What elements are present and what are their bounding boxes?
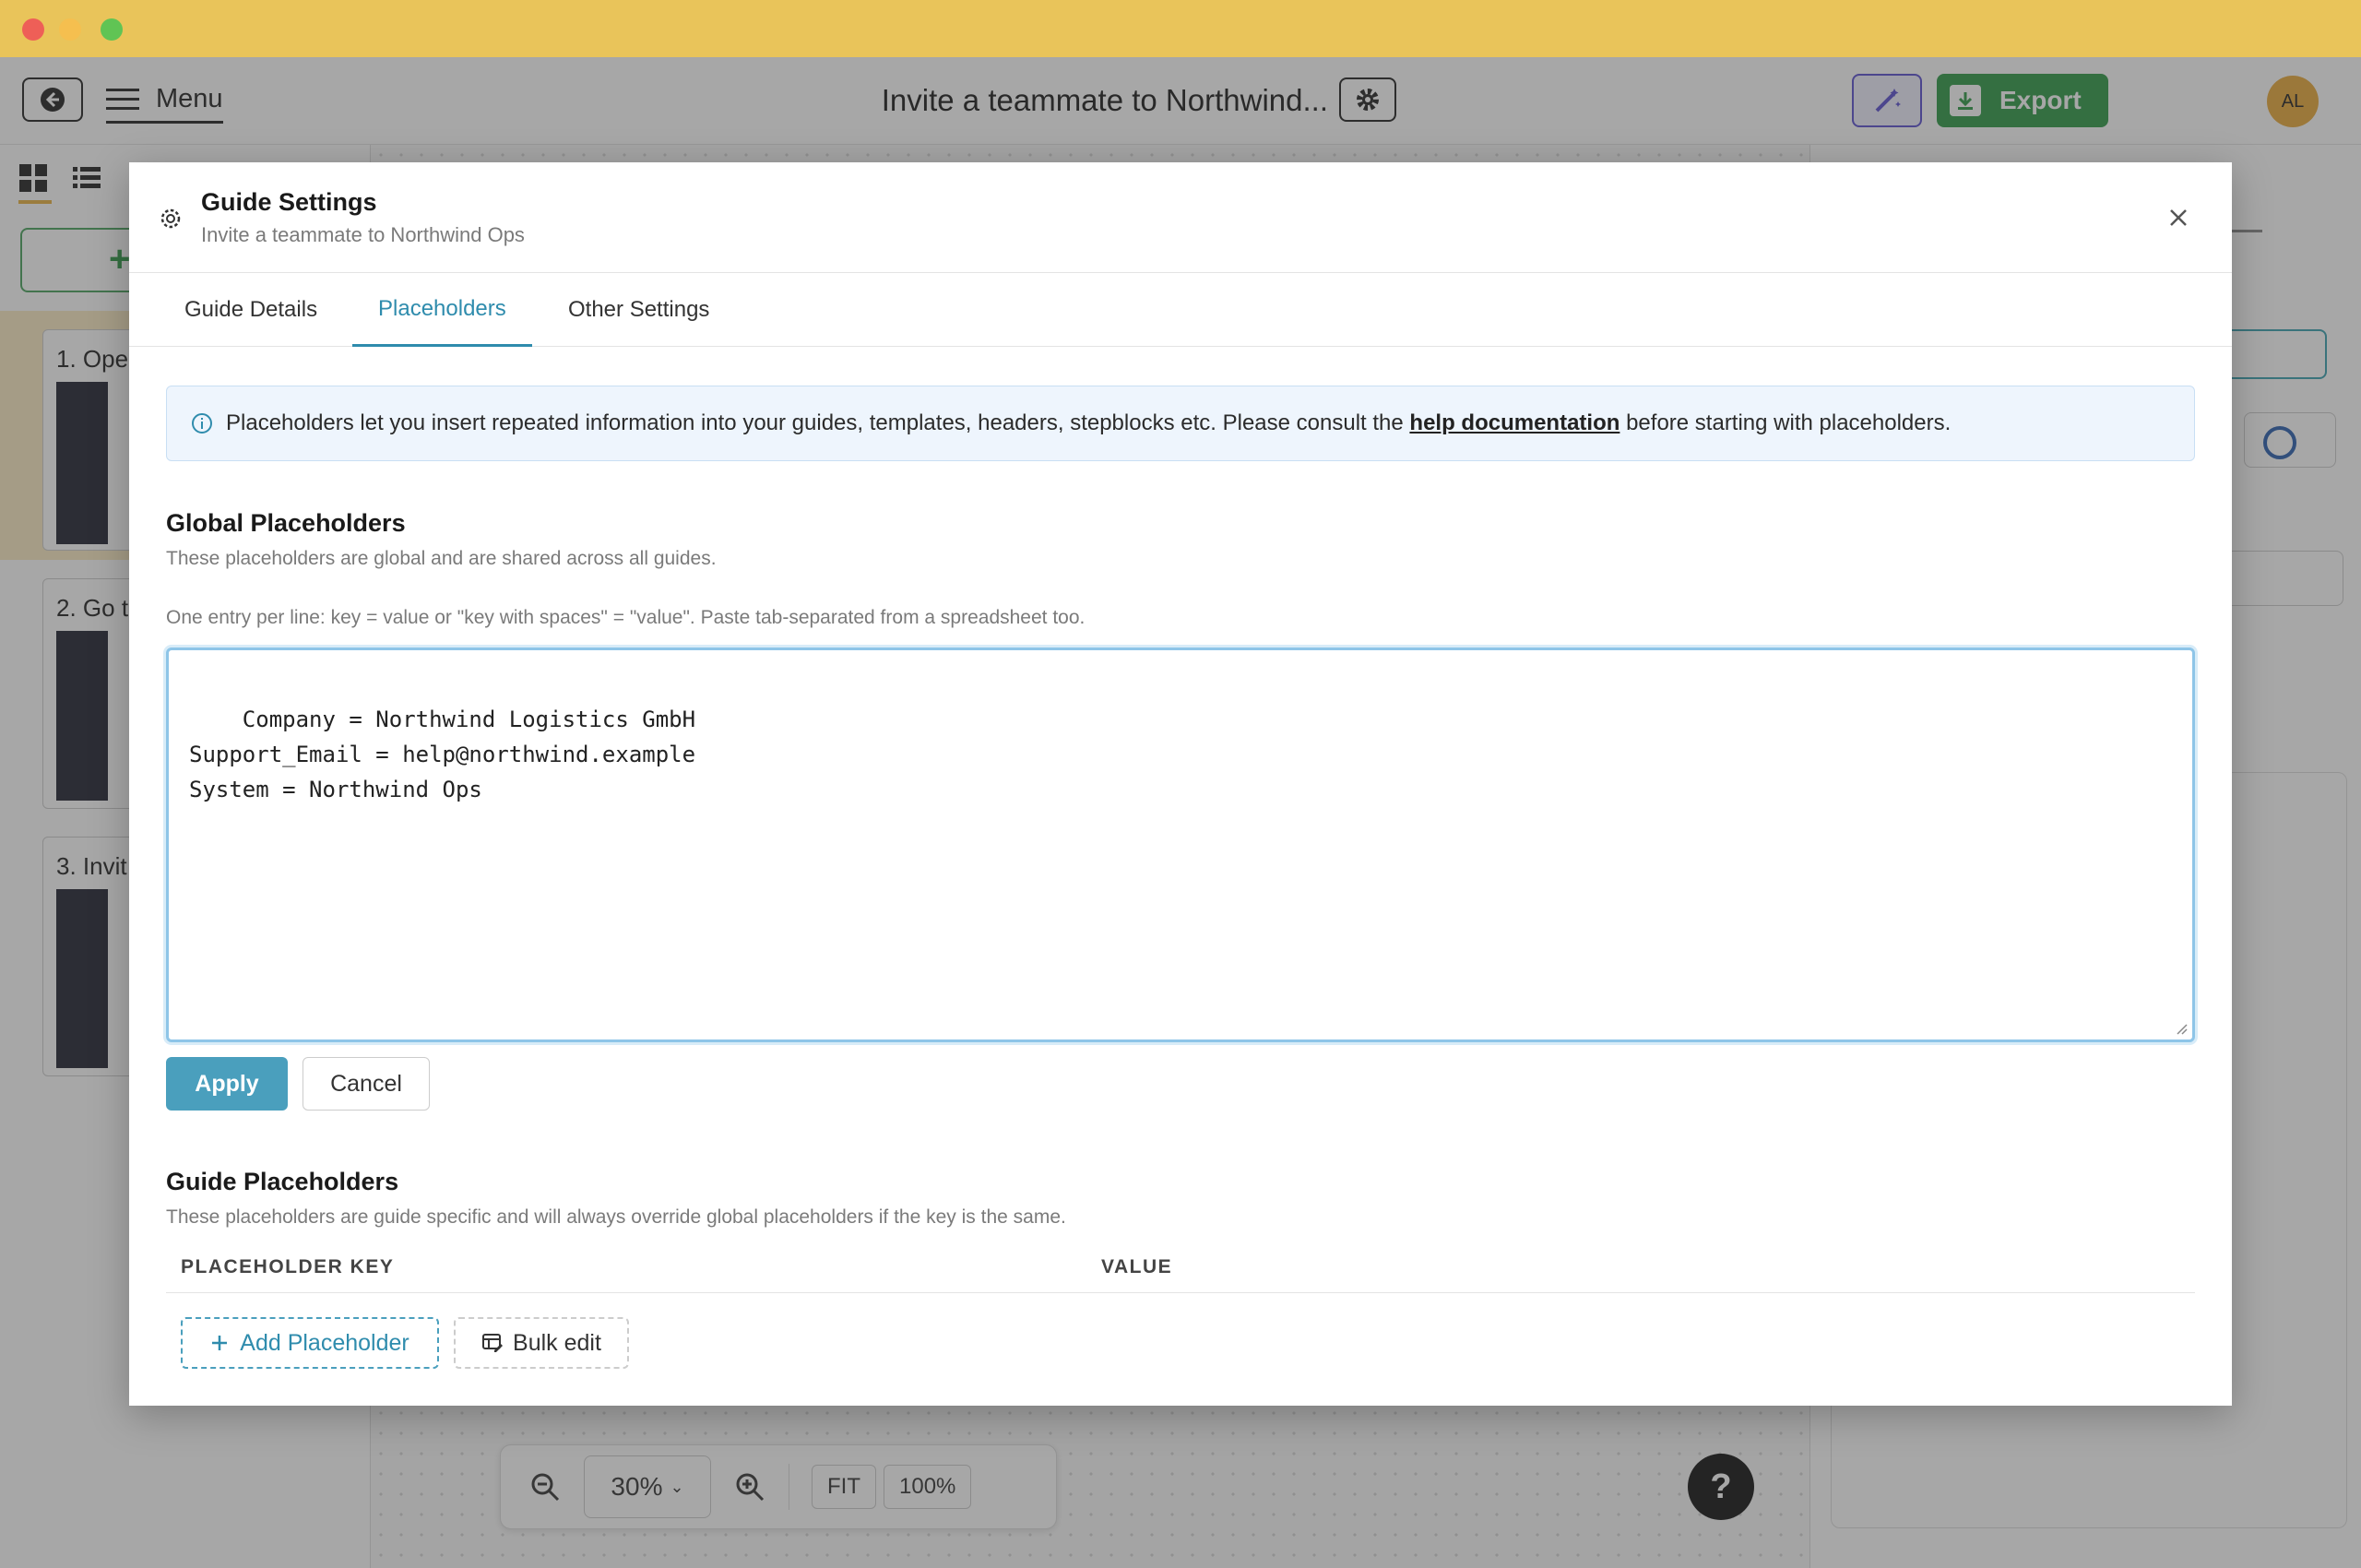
guide-settings-dialog: Guide Settings Invite a teammate to Nort…: [129, 162, 2232, 1406]
column-header-key: PLACEHOLDER KEY: [181, 1256, 395, 1277]
tab-guide-details[interactable]: Guide Details: [184, 273, 317, 347]
dialog-tabs: Guide Details Placeholders Other Setting…: [129, 273, 2232, 347]
info-text-after: before starting with placeholders.: [1626, 410, 1952, 435]
tab-other-settings[interactable]: Other Settings: [568, 273, 709, 347]
plus-icon: [212, 1336, 228, 1350]
global-placeholders-subtitle: These placeholders are global and are sh…: [166, 548, 717, 569]
guide-placeholders-subtitle: These placeholders are guide specific an…: [166, 1206, 1066, 1228]
bulk-edit-button[interactable]: Bulk edit: [454, 1317, 629, 1369]
window-titlebar: [0, 0, 2361, 57]
info-text: Placeholders let you insert repeated inf…: [226, 410, 1951, 436]
dialog-header: Guide Settings Invite a teammate to Nort…: [129, 162, 2232, 273]
gear-icon: [160, 208, 181, 229]
global-placeholders-title: Global Placeholders: [166, 509, 406, 537]
add-placeholder-label: Add Placeholder: [240, 1329, 409, 1356]
dialog-title: Guide Settings: [201, 188, 377, 216]
column-header-value: VALUE: [1101, 1256, 1173, 1277]
guide-placeholders-title: Guide Placeholders: [166, 1168, 399, 1195]
info-banner: Placeholders let you insert repeated inf…: [166, 386, 2195, 461]
global-placeholders-textarea[interactable]: Company = Northwind Logistics GmbH Suppo…: [166, 647, 2195, 1042]
global-placeholders-hint: One entry per line: key = value or "key …: [166, 607, 1086, 628]
close-window-button[interactable]: [22, 18, 44, 41]
add-placeholder-button[interactable]: Add Placeholder: [181, 1317, 439, 1369]
close-icon: [2170, 209, 2187, 226]
minimize-window-button[interactable]: [59, 18, 81, 41]
info-text-before: Placeholders let you insert repeated inf…: [226, 410, 1404, 435]
textarea-value: Company = Northwind Logistics GmbH Suppo…: [189, 707, 696, 802]
placeholders-table-header: PLACEHOLDER KEY VALUE: [166, 1247, 2195, 1293]
bulk-edit-label: Bulk edit: [513, 1329, 601, 1356]
dialog-subtitle: Invite a teammate to Northwind Ops: [201, 223, 525, 246]
apply-button[interactable]: Apply: [166, 1057, 288, 1111]
resize-handle-icon[interactable]: [2174, 1021, 2189, 1036]
close-dialog-button[interactable]: [2164, 203, 2193, 232]
maximize-window-button[interactable]: [101, 18, 123, 41]
cancel-button[interactable]: Cancel: [303, 1057, 430, 1111]
tab-placeholders[interactable]: Placeholders: [352, 273, 532, 347]
table-edit-icon: [482, 1334, 504, 1352]
info-icon: [192, 413, 212, 434]
help-documentation-link[interactable]: help documentation: [1409, 410, 1619, 435]
